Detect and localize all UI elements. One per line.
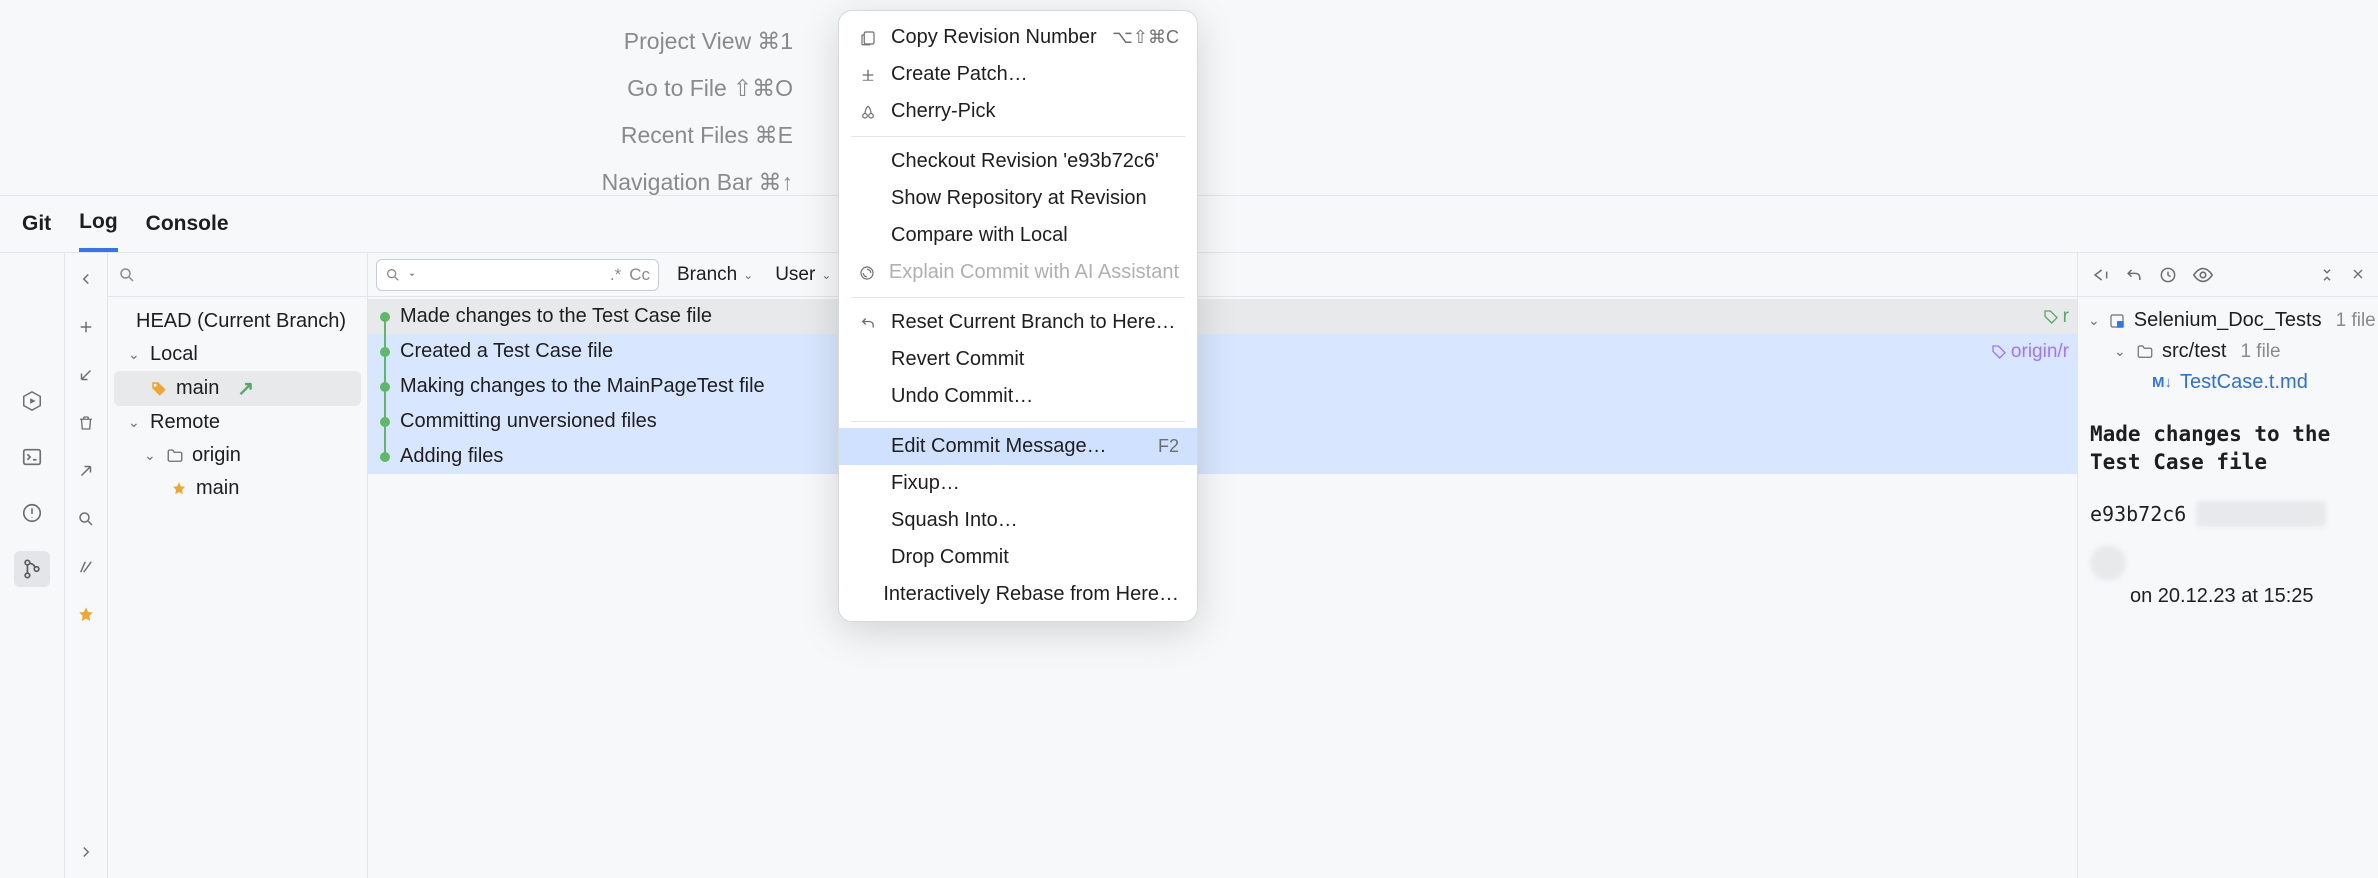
menu-explain-ai: Explain Commit with AI Assistant	[839, 254, 1197, 291]
go-to-icon[interactable]	[2090, 265, 2110, 285]
commit-row[interactable]: Committing unversioned files	[368, 404, 2077, 439]
tree-local-main[interactable]: main ↗	[114, 371, 361, 406]
commit-row[interactable]: Made changes to the Test Case file r	[368, 299, 2077, 334]
menu-interactive-rebase[interactable]: Interactively Rebase from Here…	[839, 576, 1197, 613]
menu-undo-commit[interactable]: Undo Commit…	[839, 378, 1197, 415]
hint-nav-bar-shortcut: ⌘↑	[759, 169, 794, 195]
branches-panel: HEAD (Current Branch) ⌄Local main ↗ ⌄Rem…	[108, 253, 368, 878]
left-tool-strip	[0, 253, 64, 878]
tab-git[interactable]: Git	[22, 198, 51, 250]
file-tree-file[interactable]: M↓ TestCase.t.md	[2088, 367, 2368, 398]
ref-tag: r	[2043, 306, 2069, 328]
log-toolbar-strip	[64, 253, 108, 878]
commit-message: Made changes to the Test Case file	[2078, 406, 2378, 491]
terminal-icon[interactable]	[14, 439, 50, 475]
tree-remote-main[interactable]: main	[108, 472, 367, 505]
tag-icon	[150, 380, 168, 398]
commit-search-input[interactable]: .* Cc	[376, 259, 659, 291]
file-tree-project[interactable]: ⌄ Selenium_Doc_Tests1 file	[2088, 305, 2368, 336]
tree-origin[interactable]: ⌄origin	[108, 439, 367, 472]
menu-revert-commit[interactable]: Revert Commit	[839, 341, 1197, 378]
tree-local-group[interactable]: ⌄Local	[108, 338, 367, 371]
tree-head[interactable]: HEAD (Current Branch)	[108, 305, 367, 338]
branch-tree: HEAD (Current Branch) ⌄Local main ↗ ⌄Rem…	[108, 297, 367, 513]
tree-remote-group[interactable]: ⌄Remote	[108, 406, 367, 439]
folder-icon	[166, 447, 184, 465]
close-icon[interactable]	[2350, 266, 2366, 284]
file-tree-folder[interactable]: ⌄ src/test1 file	[2088, 336, 2368, 367]
avatar	[2090, 545, 2126, 581]
commit-row[interactable]: Making changes to the MainPageTest file	[368, 369, 2077, 404]
branch-filter[interactable]: Branch⌄	[677, 264, 757, 286]
push-icon[interactable]	[68, 453, 104, 489]
copy-icon	[857, 29, 879, 47]
commit-date: on 20.12.23 at 15:25	[2078, 581, 2378, 608]
patch-icon	[857, 66, 879, 84]
module-icon	[2108, 312, 2126, 330]
folder-icon	[2136, 343, 2154, 361]
revert-icon[interactable]	[2124, 265, 2144, 285]
delete-icon[interactable]	[68, 405, 104, 441]
markdown-icon: M↓	[2152, 374, 2172, 391]
menu-compare-local[interactable]: Compare with Local	[839, 217, 1197, 254]
menu-edit-commit-message[interactable]: Edit Commit Message…F2	[839, 428, 1197, 465]
menu-reset-branch[interactable]: Reset Current Branch to Here…	[839, 304, 1197, 341]
expand-icon[interactable]	[68, 834, 104, 870]
ref-tag: origin/r	[1991, 341, 2069, 363]
menu-squash[interactable]: Squash Into…	[839, 502, 1197, 539]
star-icon	[170, 480, 188, 498]
commit-hash-row: e93b72c6	[2078, 491, 2378, 537]
menu-drop-commit[interactable]: Drop Commit	[839, 539, 1197, 576]
find-icon[interactable]	[68, 501, 104, 537]
regex-toggle[interactable]: .*	[610, 265, 621, 285]
commit-graph: Made changes to the Test Case file r Cre…	[368, 297, 2077, 474]
menu-checkout-revision[interactable]: Checkout Revision 'e93b72c6'	[839, 143, 1197, 180]
hint-project-view: Project View	[624, 28, 751, 54]
commit-list-panel: .* Cc Branch⌄ User⌄ Made changes to the …	[368, 253, 2078, 878]
favorite-icon[interactable]	[68, 597, 104, 633]
update-icon[interactable]	[68, 357, 104, 393]
vcs-icon[interactable]	[14, 551, 50, 587]
commit-row[interactable]: Adding files	[368, 439, 2077, 474]
ai-icon	[857, 264, 877, 282]
branch-graph-icon[interactable]	[68, 549, 104, 585]
tab-log[interactable]: Log	[79, 196, 117, 252]
commit-details-panel: ⌄ Selenium_Doc_Tests1 file ⌄ src/test1 f…	[2078, 253, 2378, 878]
user-filter[interactable]: User⌄	[775, 264, 835, 286]
details-toolbar	[2078, 253, 2378, 297]
checkout-arrow-icon: ↗	[237, 376, 254, 401]
run-icon[interactable]	[14, 383, 50, 419]
expand-collapse-icon[interactable]	[2318, 266, 2336, 284]
author-redacted	[2196, 501, 2326, 527]
commit-row[interactable]: Created a Test Case file origin/r	[368, 334, 2077, 369]
menu-copy-revision[interactable]: Copy Revision Number⌥⇧⌘C	[839, 19, 1197, 56]
hint-recent-files-shortcut: ⌘E	[755, 122, 793, 148]
changed-files-tree: ⌄ Selenium_Doc_Tests1 file ⌄ src/test1 f…	[2078, 297, 2378, 406]
commit-toolbar: .* Cc Branch⌄ User⌄	[368, 253, 2077, 297]
hint-nav-bar: Navigation Bar	[602, 169, 753, 195]
menu-show-repo[interactable]: Show Repository at Revision	[839, 180, 1197, 217]
collapse-icon[interactable]	[68, 261, 104, 297]
menu-fixup[interactable]: Fixup…	[839, 465, 1197, 502]
branch-search[interactable]	[108, 253, 367, 297]
navigation-hints: Project View⌘1 Go to File⇧⌘O Recent File…	[0, 18, 793, 206]
hint-goto-file-shortcut: ⇧⌘O	[733, 75, 793, 101]
tab-console[interactable]: Console	[146, 198, 229, 250]
hint-project-view-shortcut: ⌘1	[757, 28, 793, 54]
commit-hash[interactable]: e93b72c6	[2090, 502, 2186, 526]
menu-create-patch[interactable]: Create Patch…	[839, 56, 1197, 93]
history-icon[interactable]	[2158, 265, 2178, 285]
commit-context-menu: Copy Revision Number⌥⇧⌘C Create Patch… C…	[838, 10, 1198, 622]
cherry-icon	[857, 103, 879, 121]
add-icon[interactable]	[68, 309, 104, 345]
matchcase-toggle[interactable]: Cc	[629, 265, 650, 285]
hint-goto-file: Go to File	[627, 75, 727, 101]
preview-icon[interactable]	[2192, 264, 2214, 286]
reset-icon	[857, 314, 879, 332]
menu-cherry-pick[interactable]: Cherry-Pick	[839, 93, 1197, 130]
problems-icon[interactable]	[14, 495, 50, 531]
hint-recent-files: Recent Files	[621, 122, 749, 148]
